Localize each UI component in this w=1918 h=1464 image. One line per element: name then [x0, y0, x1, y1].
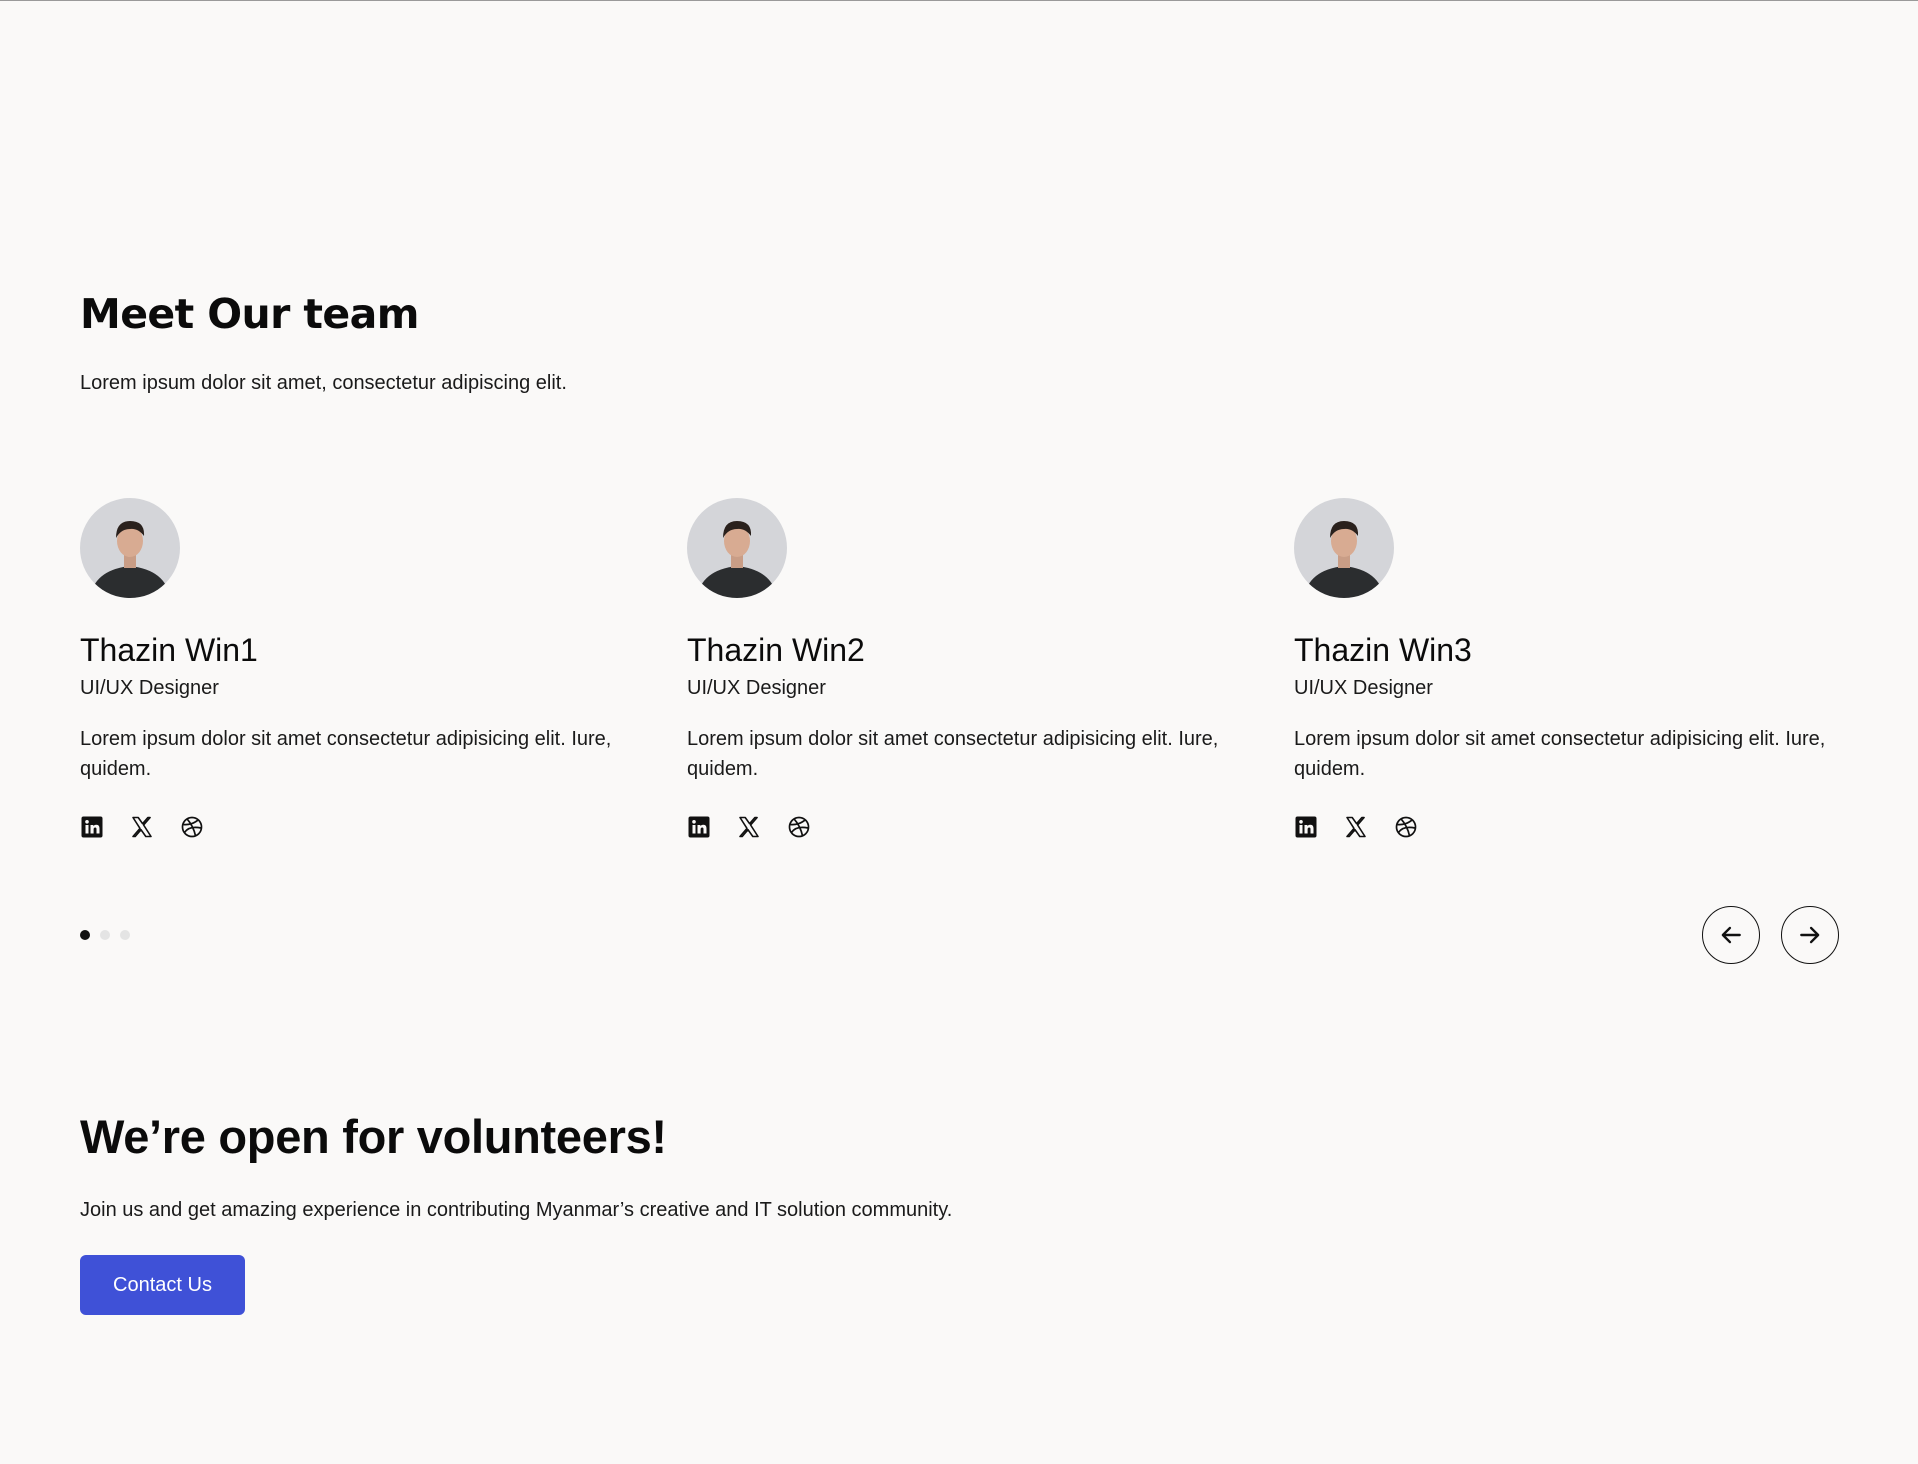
volunteer-text: Join us and get amazing experience in co… [80, 1199, 953, 1221]
member-role: UI/UX Designer [1294, 677, 1433, 699]
linkedin-icon[interactable] [80, 815, 104, 839]
member-name: Thazin Win2 [687, 632, 865, 668]
carousel-dot[interactable] [120, 930, 130, 940]
x-icon[interactable] [1344, 815, 1368, 839]
member-bio: Lorem ipsum dolor sit amet consectetur a… [80, 728, 612, 780]
member-bio: Lorem ipsum dolor sit amet consectetur a… [687, 728, 1219, 780]
avatar [1294, 498, 1394, 598]
avatar [687, 498, 787, 598]
team-card: Thazin Win2 UI/UX Designer Lorem ipsum d… [687, 498, 1247, 838]
social-links [80, 815, 204, 839]
top-divider [0, 0, 1918, 1]
linkedin-icon[interactable] [687, 815, 711, 839]
carousel-prev-button[interactable] [1702, 906, 1760, 964]
member-name: Thazin Win3 [1294, 632, 1472, 668]
carousel-dot[interactable] [80, 930, 90, 940]
carousel-dot[interactable] [100, 930, 110, 940]
dribbble-icon[interactable] [1394, 815, 1418, 839]
volunteer-title: We’re open for volunteers! [80, 1110, 667, 1163]
carousel-next-button[interactable] [1781, 906, 1839, 964]
team-subtitle: Lorem ipsum dolor sit amet, consectetur … [80, 372, 567, 394]
x-icon[interactable] [130, 815, 154, 839]
arrow-right-icon [1800, 926, 1820, 944]
x-icon[interactable] [737, 815, 761, 839]
team-title: Meet Our team [80, 290, 419, 338]
social-links [687, 815, 811, 839]
dribbble-icon[interactable] [787, 815, 811, 839]
team-card: Thazin Win3 UI/UX Designer Lorem ipsum d… [1294, 498, 1854, 838]
member-role: UI/UX Designer [687, 677, 826, 699]
member-name: Thazin Win1 [80, 632, 258, 668]
contact-us-button[interactable]: Contact Us [80, 1255, 245, 1315]
member-role: UI/UX Designer [80, 677, 219, 699]
team-card: Thazin Win1 UI/UX Designer Lorem ipsum d… [80, 498, 640, 838]
member-bio: Lorem ipsum dolor sit amet consectetur a… [1294, 728, 1826, 780]
avatar [80, 498, 180, 598]
linkedin-icon[interactable] [1294, 815, 1318, 839]
dribbble-icon[interactable] [180, 815, 204, 839]
arrow-left-icon [1721, 926, 1741, 944]
social-links [1294, 815, 1418, 839]
carousel-pagination [80, 930, 130, 940]
